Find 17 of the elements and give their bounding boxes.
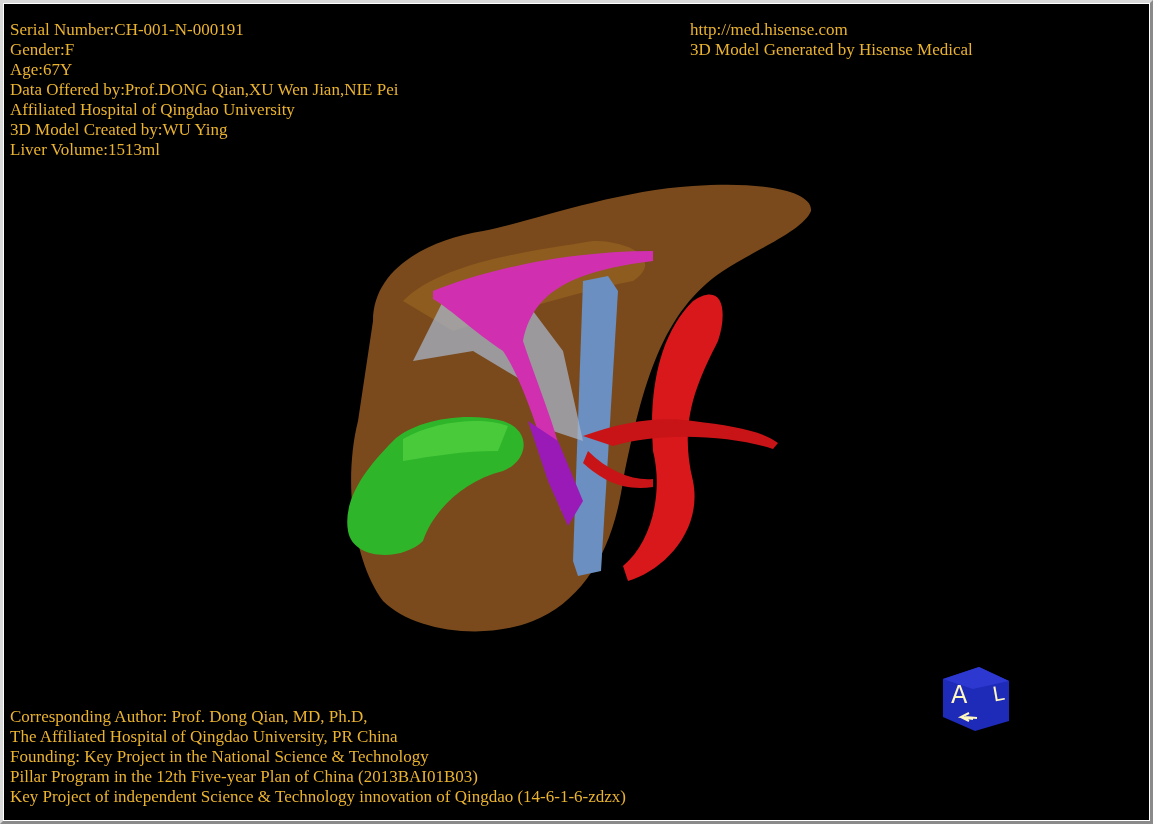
info-text: Key Project of independent Science & Technology innovation of Qingdao (14-6-1-6-zdzx) bbox=[10, 787, 626, 807]
info-text: 3D Model Created by:WU Ying bbox=[10, 120, 228, 140]
info-text: Gender:F bbox=[10, 40, 75, 60]
info-text: Liver Volume:1513ml bbox=[10, 140, 160, 160]
cube-face-label: L bbox=[990, 680, 1006, 707]
cube-face-label: A bbox=[951, 681, 968, 709]
arrow-icon bbox=[957, 712, 978, 722]
info-text: 3D Model Generated by Hisense Medical bbox=[690, 40, 973, 60]
info-text: Age:67Y bbox=[10, 60, 73, 80]
info-text: Founding: Key Project in the National Science & Technology bbox=[10, 747, 429, 767]
info-text: Affiliated Hospital of Qingdao University bbox=[10, 100, 295, 120]
info-text: Serial Number:CH-001-N-000191 bbox=[10, 20, 244, 40]
website-link[interactable]: http://med.hisense.com bbox=[690, 20, 848, 40]
info-text: Pillar Program in the 12th Five-year Plan of China (2013BAI01B03) bbox=[10, 767, 478, 787]
info-text: Corresponding Author: Prof. Dong Qian, MD, Ph.D, bbox=[10, 707, 368, 727]
info-text: The Affiliated Hospital of Qingdao University, PR China bbox=[10, 727, 398, 747]
info-text: Data Offered by:Prof.DONG Qian,XU Wen Jian,NIE Pei bbox=[10, 80, 399, 100]
